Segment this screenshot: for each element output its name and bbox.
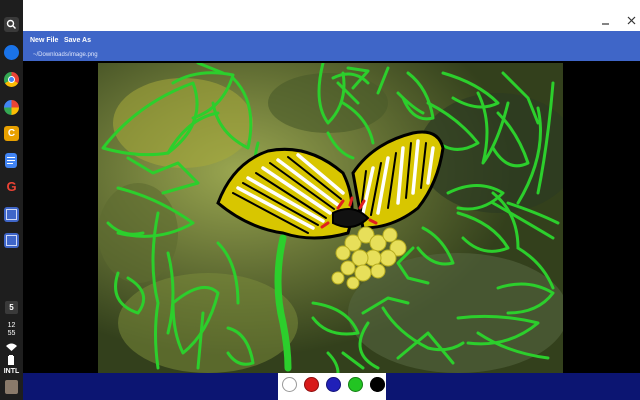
- chrome-icon[interactable]: [4, 72, 19, 87]
- launcher-search-icon[interactable]: [4, 17, 19, 32]
- close-icon[interactable]: [626, 16, 636, 26]
- swatch-green[interactable]: [348, 377, 363, 392]
- swatch-white[interactable]: [282, 377, 297, 392]
- swatch-red[interactable]: [304, 377, 319, 392]
- google-icon[interactable]: G: [4, 179, 19, 194]
- app-window-icon-1[interactable]: [4, 207, 19, 222]
- new-file-button[interactable]: New File: [30, 37, 58, 44]
- docs-icon[interactable]: [5, 153, 17, 168]
- minimize-icon[interactable]: [600, 16, 610, 26]
- notification-badge[interactable]: 5: [5, 301, 18, 314]
- ime-indicator: INTL: [3, 368, 20, 375]
- files-icon[interactable]: [4, 45, 19, 60]
- app-window-icon-2[interactable]: [4, 233, 19, 248]
- shelf: C G 5 12 55 INTL: [0, 0, 23, 400]
- swatch-black[interactable]: [369, 376, 386, 393]
- drawing-canvas[interactable]: [98, 63, 563, 373]
- color-palette: [278, 373, 386, 400]
- photos-icon[interactable]: [4, 100, 19, 115]
- app-toolbar: New File Save As ~/Downloads/image.png: [23, 31, 640, 61]
- wifi-icon: [6, 343, 17, 351]
- palette-bar: [23, 373, 640, 400]
- clock-hour: 12: [7, 322, 16, 329]
- file-path: ~/Downloads/image.png: [33, 52, 98, 58]
- save-as-button[interactable]: Save As: [64, 37, 91, 44]
- battery-icon: [8, 355, 14, 365]
- status-tray[interactable]: 12 55 INTL: [0, 322, 23, 400]
- window-titlebar: [23, 0, 640, 31]
- app-c-icon[interactable]: C: [4, 126, 19, 141]
- clock-minute: 55: [7, 330, 16, 337]
- avatar: [5, 380, 18, 394]
- canvas-area: [23, 61, 640, 373]
- swatch-blue[interactable]: [326, 377, 341, 392]
